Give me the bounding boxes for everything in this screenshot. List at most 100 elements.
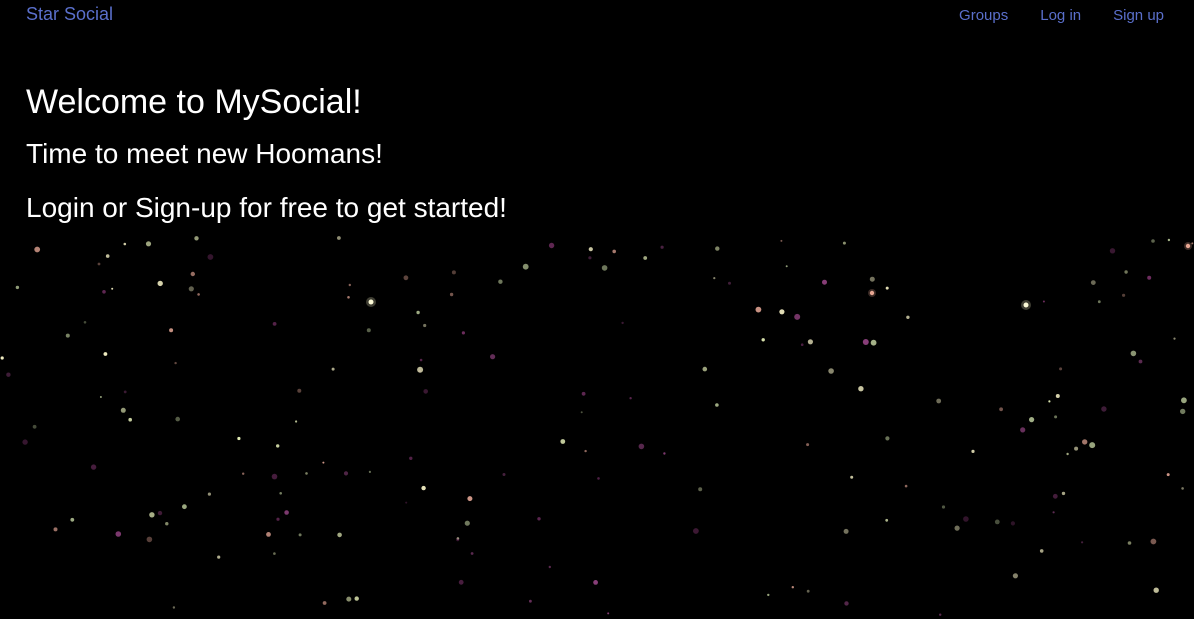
star: [498, 279, 503, 284]
star: [451, 270, 456, 275]
star: [237, 436, 241, 441]
star: [828, 368, 834, 374]
star: [172, 606, 176, 609]
star: [791, 586, 794, 589]
star: [1097, 300, 1101, 304]
star: [1023, 302, 1029, 308]
hero: Welcome to MySocial! Time to meet new Ho…: [26, 82, 507, 225]
star: [715, 403, 719, 407]
star: [305, 472, 308, 475]
star: [629, 397, 632, 400]
star: [284, 510, 289, 515]
star: [99, 396, 102, 398]
star: [643, 256, 648, 260]
star: [584, 449, 587, 453]
nav-links: Groups Log in Sign up: [959, 7, 1164, 24]
star: [271, 473, 278, 480]
star: [90, 464, 97, 470]
star: [128, 417, 132, 422]
star: [331, 367, 335, 371]
star: [954, 525, 960, 531]
star: [1081, 541, 1084, 544]
star: [83, 321, 87, 324]
star: [347, 296, 350, 299]
star: [597, 477, 600, 480]
star: [337, 532, 342, 538]
star: [588, 247, 593, 252]
star: [65, 333, 70, 338]
star: [1052, 511, 1055, 514]
star: [548, 242, 555, 249]
star: [767, 593, 770, 597]
star: [601, 265, 608, 271]
star: [470, 552, 474, 555]
star: [1039, 549, 1044, 553]
star: [190, 271, 195, 277]
star: [822, 279, 827, 285]
star: [869, 290, 875, 296]
star: [97, 262, 101, 266]
star: [298, 533, 302, 537]
star: [337, 236, 341, 240]
star: [276, 517, 280, 521]
star: [0, 356, 4, 360]
star: [1029, 417, 1035, 423]
star: [581, 391, 586, 396]
nav-link-login[interactable]: Log in: [1040, 7, 1081, 24]
star: [1101, 406, 1107, 412]
star: [1042, 300, 1045, 303]
star: [157, 280, 163, 287]
star: [169, 328, 174, 333]
star: [885, 518, 889, 522]
star: [1061, 491, 1066, 496]
star: [1082, 439, 1088, 445]
star: [22, 439, 28, 445]
brand-link[interactable]: Star Social: [26, 4, 113, 25]
star: [588, 256, 592, 260]
star: [157, 510, 163, 516]
star: [207, 254, 214, 260]
star: [638, 443, 645, 450]
star: [548, 565, 551, 569]
star: [423, 389, 429, 394]
star: [779, 309, 785, 315]
star: [843, 528, 849, 534]
star: [537, 517, 541, 521]
star: [702, 366, 708, 372]
nav-link-signup[interactable]: Sign up: [1113, 7, 1164, 24]
star: [939, 613, 942, 616]
star: [366, 328, 371, 333]
star: [461, 331, 465, 335]
star: [297, 388, 302, 393]
star: [15, 285, 20, 290]
star: [728, 281, 731, 285]
star: [1059, 367, 1063, 371]
star: [102, 290, 106, 294]
star: [1066, 452, 1069, 456]
star: [1124, 270, 1128, 274]
star: [279, 492, 283, 495]
star: [490, 354, 496, 360]
star: [6, 372, 11, 377]
star: [1151, 239, 1155, 243]
star: [1130, 350, 1137, 357]
nav-link-groups[interactable]: Groups: [959, 7, 1008, 24]
star: [936, 398, 942, 404]
star: [1180, 408, 1186, 415]
star: [146, 536, 153, 543]
star: [421, 485, 426, 491]
star: [276, 444, 280, 448]
star: [663, 452, 666, 455]
star: [1052, 493, 1058, 499]
star: [941, 505, 946, 509]
star: [165, 522, 169, 526]
star: [123, 242, 127, 246]
star: [266, 532, 271, 537]
star: [458, 579, 464, 585]
star: [354, 596, 359, 601]
star: [272, 322, 277, 326]
star: [1173, 337, 1176, 340]
star: [145, 241, 152, 247]
star: [120, 407, 126, 413]
page-title: Welcome to MySocial!: [26, 83, 362, 121]
